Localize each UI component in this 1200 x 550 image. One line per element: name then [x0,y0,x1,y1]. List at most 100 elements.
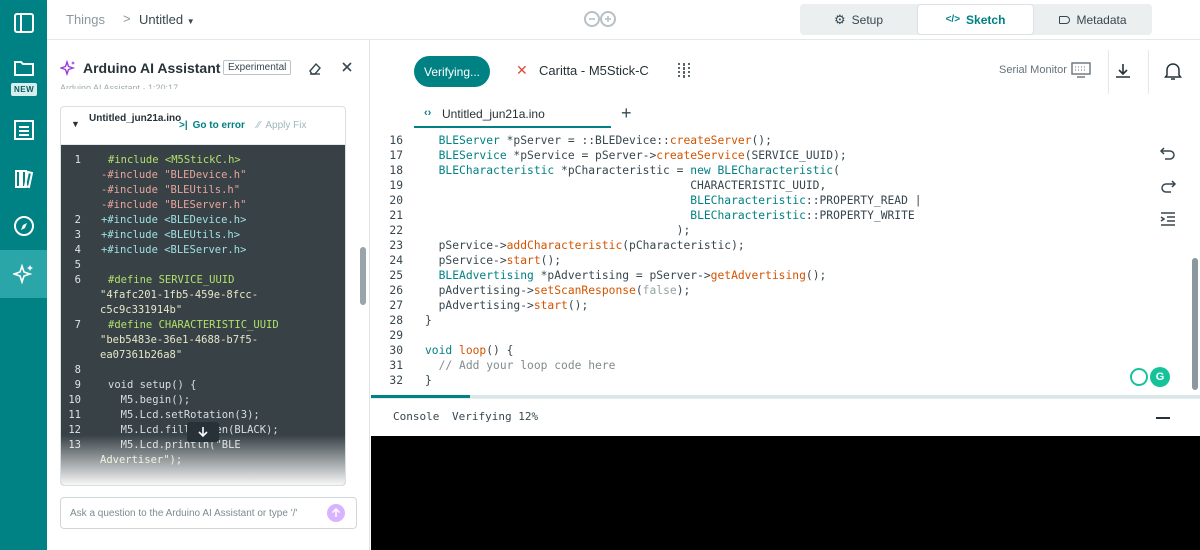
code-text: CHARACTERISTIC_UUID, [425,179,827,192]
minimize-icon[interactable] [1156,417,1170,419]
code-text: pAdvertising->start(); [425,299,589,312]
tab-metadata[interactable]: Metadata [1034,4,1152,35]
new-badge: NEW [11,83,38,96]
close-icon[interactable] [341,61,353,73]
sketch-name: Untitled [139,12,184,27]
experimental-badge: Experimental [223,60,292,75]
diff-line-code: -#include "BLEDevice.h" [101,169,247,181]
code-text: } [425,314,432,327]
rail-item-reference[interactable] [0,203,47,249]
send-button[interactable] [327,504,345,522]
assistant-subtitle: Arduino AI Assistant · 1:20:17 [60,83,179,89]
sliders-icon[interactable] [676,62,692,80]
line-number: 22 [389,224,403,237]
folder-icon [13,61,34,76]
go-to-error-label: Go to error [192,120,245,131]
tab-setup-label: Setup [851,12,883,27]
diff-line-code: -#include "BLEUtils.h" [101,184,241,196]
line-number: 21 [389,209,403,222]
editor-area: Verifying... ✕ Caritta - M5Stick-C Seria… [371,40,1200,550]
diff-line-code: "4fafc201-1fb5-459e-8fcc- [100,289,259,301]
lightbulb-icon [1130,368,1148,386]
diff-line-code: c5c9c331914b" [100,304,183,316]
sidebar-icon [13,13,34,33]
code-text: void loop() { [425,344,514,357]
code-text: BLEAdvertising *pAdvertising = pServer->… [438,269,827,282]
board-disconnected-icon: ✕ [516,62,528,78]
bell-icon[interactable] [1164,61,1182,81]
redo-icon[interactable] [1159,177,1177,195]
line-number: 18 [389,164,403,177]
apply-fix-button[interactable]: ⁄⁄ Apply Fix [257,120,306,131]
code-editor[interactable]: 16 BLEServer *pServer = ::BLEDevice::cre… [371,130,1200,395]
eraser-icon[interactable] [308,61,322,75]
go-to-error-button[interactable]: >| Go to error [179,120,245,131]
code-line: 18 BLECharacteristic *pCharacteristic = … [371,163,1151,178]
line-number: 16 [389,134,403,147]
line-number: 26 [389,284,403,297]
diff-line-code: void setup() { [108,379,197,391]
left-rail: NEW [0,0,47,550]
monitor-icon[interactable] [1071,62,1091,78]
breadcrumb-things[interactable]: Things [66,12,105,27]
tab-setup[interactable]: ⚙ Setup [800,4,917,35]
diff-line-code: M5.Lcd.setRotation(3); [108,409,260,421]
code-line: 27 pAdvertising->start(); [371,298,1151,313]
chevron-down-icon[interactable]: ▼ [71,119,80,129]
board-selector[interactable]: Caritta - M5Stick-C [539,63,649,78]
code-line: 25 BLEAdvertising *pAdvertising = pServe… [371,268,1151,283]
gear-icon: ⚙ [833,11,846,27]
list-icon [13,120,34,140]
diff-line-code: +#include <BLEDevice.h> [101,214,247,226]
code-text: pService->addCharacteristic(pCharacteris… [425,239,745,252]
arduino-logo-icon [584,11,616,27]
library-icon [14,170,33,189]
code-line: 29 [371,328,1151,343]
breadcrumb-current[interactable]: Untitled ▼ [139,12,195,27]
toolbar-divider [1108,50,1109,94]
console-title[interactable]: Console [393,410,439,423]
verify-button[interactable]: Verifying... [414,56,490,87]
tag-icon [1059,15,1071,24]
compass-icon [13,216,34,236]
breadcrumb-separator: > [123,11,131,26]
line-number: 29 [389,329,403,342]
editor-scrollbar[interactable] [1192,258,1198,390]
line-number: 31 [389,359,403,372]
code-text: BLECharacteristic *pCharacteristic = new… [438,164,840,177]
add-tab-button[interactable]: + [621,103,632,124]
download-icon[interactable] [1114,62,1132,80]
code-text: pAdvertising->setScanResponse(false); [425,284,691,297]
code-line: 32} [371,373,1151,388]
sidebar-toggle-button[interactable] [0,0,47,46]
serial-monitor-label[interactable]: Serial Monitor [999,64,1067,76]
diff-line-number: 11 [68,409,81,421]
assistant-ask-input[interactable]: Ask a question to the Arduino AI Assista… [60,497,357,529]
diff-line-number: 8 [74,364,81,376]
line-number: 28 [389,314,403,327]
go-to-icon: >| [179,120,188,131]
code-line: 31 // Add your loop code here [371,358,1151,373]
code-line: 26 pAdvertising->setScanResponse(false); [371,283,1151,298]
assistant-scrollbar[interactable] [360,247,366,305]
grammarly-widget[interactable]: G [1130,367,1170,387]
code-line: 20 BLECharacteristic::PROPERTY_READ | [371,193,1151,208]
tab-sketch[interactable]: </> Sketch [917,4,1034,35]
rail-item-libraries[interactable] [0,156,47,202]
diff-line-code: #include <M5StickC.h> [108,154,241,166]
code-line: 16 BLEServer *pServer = ::BLEDevice::cre… [371,133,1151,148]
rail-item-examples[interactable] [0,107,47,153]
indent-icon[interactable] [1159,210,1177,228]
diff-line-number: 5 [74,259,81,271]
code-icon: </> [945,14,961,25]
undo-icon[interactable] [1159,144,1177,162]
magic-wand-icon: ⁄⁄ [257,120,261,131]
scroll-down-button[interactable] [187,422,219,442]
line-number: 23 [389,239,403,252]
line-number: 19 [389,179,403,192]
rail-item-ai-assistant[interactable] [0,250,47,298]
chevron-down-icon: ▼ [186,17,195,26]
file-tab[interactable]: ‹› Untitled_jun21a.ino [414,100,611,128]
diff-line-code: -#include "BLEServer.h" [101,199,247,211]
code-line: 17 BLEService *pService = pServer->creat… [371,148,1151,163]
